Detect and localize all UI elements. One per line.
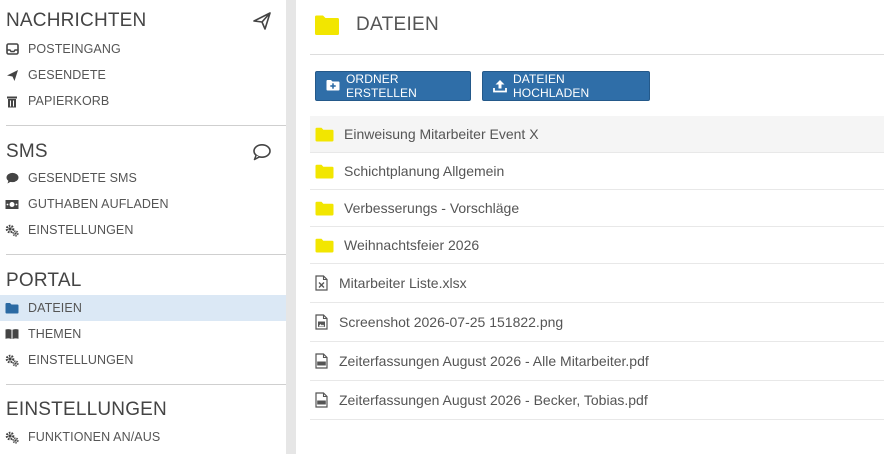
file-row-image[interactable]: Screenshot 2026-07-25 151822.png	[310, 303, 884, 342]
file-row-pdf[interactable]: Zeiterfassungen August 2026 - Becker, To…	[310, 381, 884, 420]
main-content: DATEIEN ORDNER ERSTELLEN DATEIEN HOCHLAD…	[296, 0, 884, 454]
chat-bubble-icon[interactable]	[252, 142, 272, 162]
file-name: Schichtplanung Allgemein	[344, 163, 505, 179]
upload-files-button[interactable]: DATEIEN HOCHLADEN	[482, 71, 650, 101]
file-name: Zeiterfassungen August 2026 - Becker, To…	[339, 392, 648, 408]
sidebar-item-label: GESENDETE	[28, 68, 106, 82]
gears-icon	[5, 223, 19, 237]
comment-icon	[5, 171, 19, 185]
sidebar: NACHRICHTEN POSTEINGANG GESENDETE PAPIER…	[0, 0, 286, 454]
folder-icon	[315, 163, 335, 179]
create-folder-label: ORDNER ERSTELLEN	[346, 72, 417, 100]
upload-files-label: DATEIEN HOCHLADEN	[513, 72, 590, 100]
file-row-folder[interactable]: Verbesserungs - Vorschläge	[310, 190, 884, 227]
section-title-portal: PORTAL	[6, 270, 82, 291]
paper-plane-icon[interactable]	[252, 11, 272, 31]
file-row-xlsx[interactable]: Mitarbeiter Liste.xlsx	[310, 264, 884, 303]
sidebar-item-portal-einstellungen[interactable]: EINSTELLUNGEN	[0, 347, 286, 373]
sidebar-item-label: FUNKTIONEN AN/AUS	[28, 430, 161, 444]
paper-plane-icon	[5, 68, 19, 82]
folder-icon	[315, 237, 335, 253]
image-file-icon	[315, 314, 329, 330]
create-folder-button[interactable]: ORDNER ERSTELLEN	[315, 71, 471, 101]
section-title-sms: SMS	[6, 141, 48, 162]
sidebar-item-papierkorb[interactable]: PAPIERKORB	[0, 88, 286, 114]
section-title-einstellungen: EINSTELLUNGEN	[6, 399, 167, 420]
sidebar-item-gesendete-sms[interactable]: GESENDETE SMS	[0, 165, 286, 191]
sidebar-item-label: GUTHABEN AUFLADEN	[28, 197, 169, 211]
sidebar-item-label: DATEIEN	[28, 301, 82, 315]
sidebar-item-label: GESENDETE SMS	[28, 171, 137, 185]
sidebar-item-sms-einstellungen[interactable]: EINSTELLUNGEN	[0, 217, 286, 243]
folder-icon	[5, 301, 19, 315]
section-divider	[6, 125, 286, 126]
file-name: Einweisung Mitarbeiter Event X	[344, 126, 539, 142]
excel-file-icon	[315, 275, 329, 291]
pdf-file-icon	[315, 392, 329, 408]
file-row-folder[interactable]: Einweisung Mitarbeiter Event X	[310, 116, 884, 153]
sidebar-item-gesendete[interactable]: GESENDETE	[0, 62, 286, 88]
pdf-file-icon	[315, 353, 329, 369]
folder-plus-icon	[326, 79, 340, 93]
money-icon	[5, 197, 19, 211]
sidebar-item-label: THEMEN	[28, 327, 82, 341]
gears-icon	[5, 430, 19, 444]
gears-icon	[5, 353, 19, 367]
sidebar-item-dateien[interactable]: DATEIEN	[0, 295, 286, 321]
sidebar-item-posteingang[interactable]: POSTEINGANG	[0, 36, 286, 62]
file-row-pdf[interactable]: Zeiterfassungen August 2026 - Alle Mitar…	[310, 342, 884, 381]
book-open-icon	[5, 327, 19, 341]
sidebar-item-funktionen[interactable]: FUNKTIONEN AN/AUS	[0, 424, 286, 450]
file-row-folder[interactable]: Schichtplanung Allgemein	[310, 153, 884, 190]
folder-icon	[315, 126, 335, 142]
sidebar-splitter[interactable]	[286, 0, 296, 454]
trash-icon	[5, 94, 19, 108]
section-divider	[6, 384, 286, 385]
sidebar-item-label: PAPIERKORB	[28, 94, 110, 108]
folder-icon	[315, 200, 335, 216]
section-title-nachrichten: NACHRICHTEN	[6, 10, 147, 31]
title-divider	[310, 54, 884, 55]
sidebar-item-label: EINSTELLUNGEN	[28, 223, 134, 237]
sidebar-item-guthaben-aufladen[interactable]: GUTHABEN AUFLADEN	[0, 191, 286, 217]
file-row-folder[interactable]: Weihnachtsfeier 2026	[310, 227, 884, 264]
file-name: Mitarbeiter Liste.xlsx	[339, 275, 467, 291]
sidebar-item-label: EINSTELLUNGEN	[28, 353, 134, 367]
inbox-icon	[5, 42, 19, 56]
section-divider	[6, 254, 286, 255]
sidebar-item-label: POSTEINGANG	[28, 42, 121, 56]
file-name: Verbesserungs - Vorschläge	[344, 200, 520, 216]
file-name: Zeiterfassungen August 2026 - Alle Mitar…	[339, 353, 649, 369]
file-name: Weihnachtsfeier 2026	[344, 237, 480, 253]
folder-icon	[314, 14, 340, 36]
page-title: DATEIEN	[356, 14, 440, 35]
file-name: Screenshot 2026-07-25 151822.png	[339, 314, 564, 330]
upload-icon	[493, 79, 507, 93]
sidebar-item-themen[interactable]: THEMEN	[0, 321, 286, 347]
